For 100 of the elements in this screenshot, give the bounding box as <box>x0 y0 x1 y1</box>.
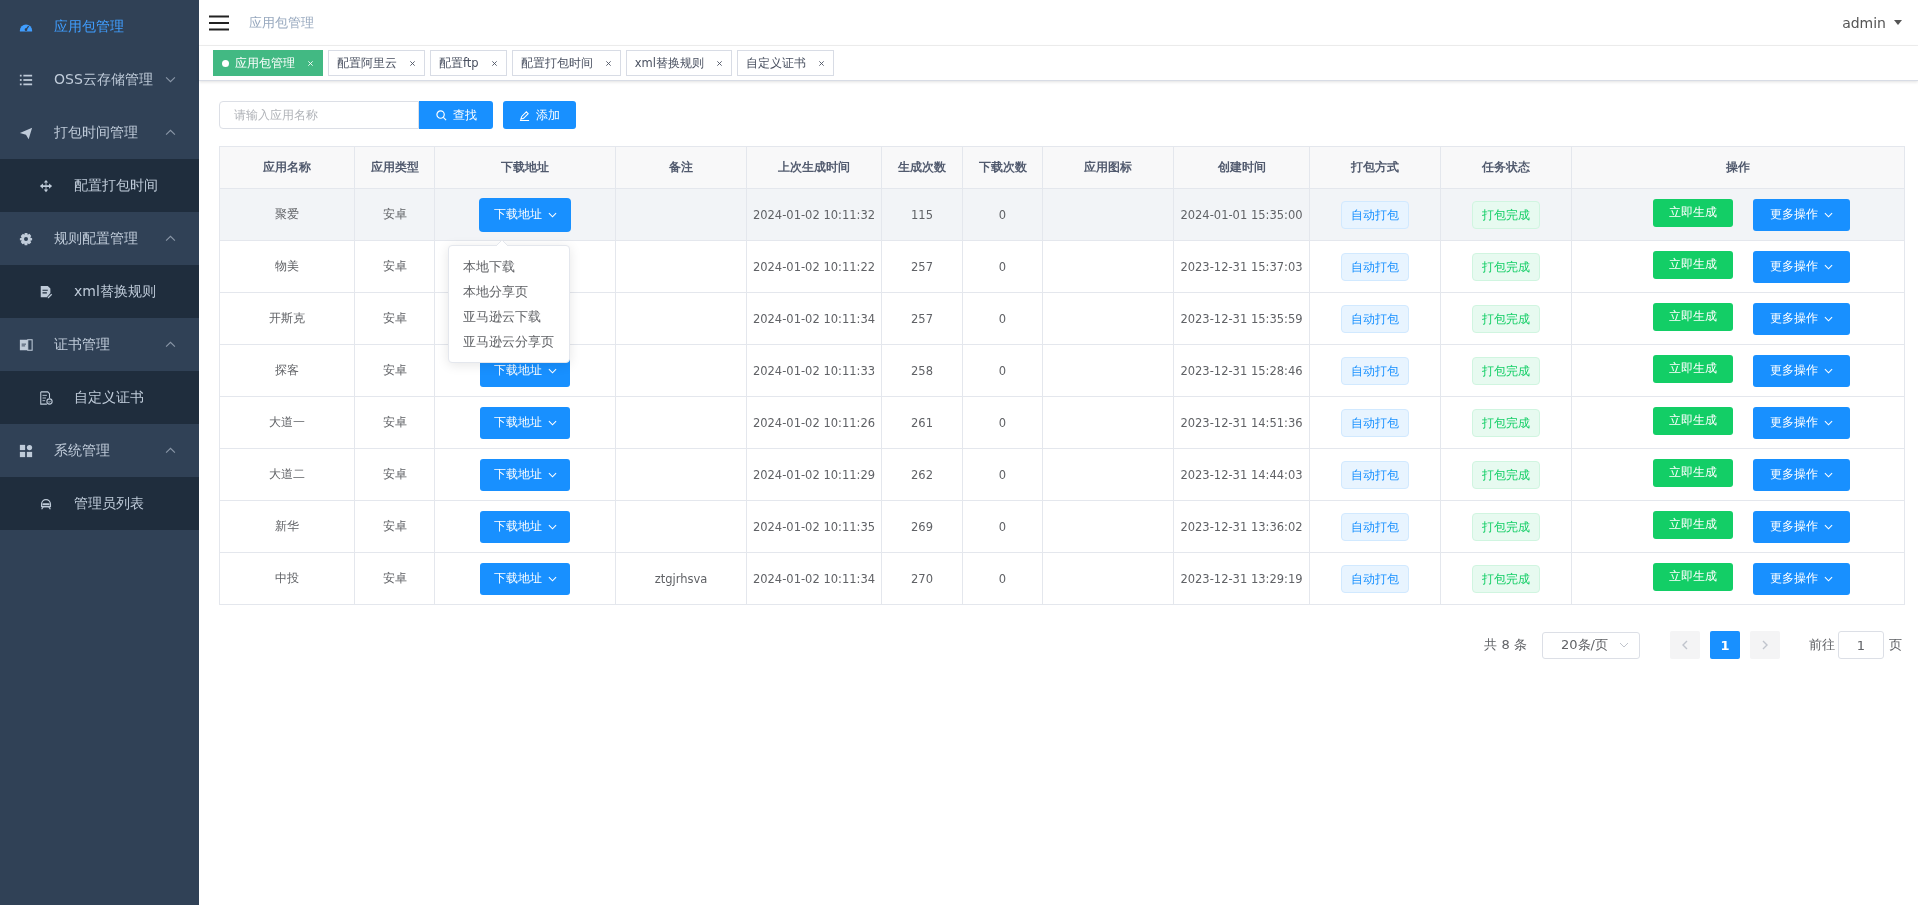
download-dropdown-button[interactable]: 下载地址 <box>480 458 570 491</box>
paper-plane-icon <box>19 125 33 140</box>
more-actions-button[interactable]: 更多操作 <box>1752 510 1850 543</box>
chevron-down-icon <box>547 471 557 478</box>
pack-mode-tag: 自动打包 <box>1341 356 1409 385</box>
table-row[interactable]: 新华 安卓 下载地址 2024-01-02 10:11:35 269 0 2023-12-31 13:36:02 自动打包 打包完成 立即生成 更多操作 <box>219 500 1905 553</box>
add-button[interactable]: 添加 <box>503 101 576 129</box>
menu-icon[interactable] <box>209 14 229 31</box>
search-field[interactable]: 请输入应用名称 <box>219 101 419 129</box>
table-cell: 安卓 <box>354 448 435 501</box>
table-cell: 安卓 <box>354 344 435 397</box>
table-row[interactable]: 中投 安卓 下载地址 ztgjrhsva 2024-01-02 10:11:34 270 0 2023-12-31 13:29:19 自动打包 打包完成 立即生成 更多操作 <box>219 552 1905 605</box>
document-icon <box>39 284 53 299</box>
table-cell: 257 <box>881 240 963 293</box>
submenu-item[interactable]: xml替换规则 <box>0 265 199 318</box>
more-actions-button[interactable]: 更多操作 <box>1752 406 1850 439</box>
chevron-down-icon <box>1823 211 1833 218</box>
pencil-icon <box>519 109 530 121</box>
table-cell: 0 <box>962 240 1043 293</box>
more-actions-button[interactable]: 更多操作 <box>1752 354 1850 387</box>
status-tag: 打包完成 <box>1472 564 1540 593</box>
table-cell: 270 <box>881 552 963 605</box>
user-menu[interactable]: admin <box>1842 14 1902 31</box>
table-cell: 2023-12-31 13:29:19 <box>1173 552 1310 605</box>
column-header: 应用名称 <box>219 146 355 189</box>
more-actions-button[interactable]: 更多操作 <box>1752 302 1850 335</box>
table-cell: 安卓 <box>354 188 435 241</box>
menu-item[interactable]: OSS云存储管理 <box>0 53 199 106</box>
chevron-down-icon <box>1823 471 1833 478</box>
table-cell: 2024-01-02 10:11:33 <box>746 344 882 397</box>
menu-item[interactable]: 规则配置管理 <box>0 212 199 265</box>
menu-item[interactable]: 系统管理 <box>0 424 199 477</box>
close-icon[interactable] <box>715 59 723 67</box>
chevron-down-icon <box>1823 419 1833 426</box>
table-cell: 2023-12-31 15:28:46 <box>1173 344 1310 397</box>
tab[interactable]: 配置ftp <box>430 50 507 76</box>
table-cell: 269 <box>881 500 963 553</box>
page-size-select[interactable]: 20条/页 <box>1542 631 1640 659</box>
submenu-item[interactable]: 管理员列表 <box>0 477 199 530</box>
table-cell: 开斯克 <box>219 292 355 345</box>
user-icon <box>39 496 53 511</box>
column-header: 下载次数 <box>962 146 1043 189</box>
column-header: 备注 <box>615 146 747 189</box>
table-row[interactable]: 大道二 安卓 下载地址 2024-01-02 10:11:29 262 0 2023-12-31 14:44:03 自动打包 打包完成 立即生成 更多操作 <box>219 448 1905 501</box>
page-suffix: 页 <box>1889 636 1902 654</box>
download-dropdown-button[interactable]: 下载地址 <box>480 198 570 231</box>
table-cell: 2024-01-01 15:35:00 <box>1173 188 1310 241</box>
table-cell: 115 <box>881 188 963 241</box>
chevron-down-icon <box>1619 642 1629 648</box>
tab[interactable]: xml替换规则 <box>625 50 732 76</box>
tab[interactable]: 自定义证书 <box>736 50 834 76</box>
more-actions-button[interactable]: 更多操作 <box>1752 250 1850 283</box>
chevron-down-icon <box>1823 263 1833 270</box>
more-actions-button[interactable]: 更多操作 <box>1752 198 1850 231</box>
status-tag: 打包完成 <box>1472 408 1540 437</box>
chevron-up-icon <box>165 235 176 242</box>
status-tag: 打包完成 <box>1472 460 1540 489</box>
submenu-item[interactable]: 自定义证书 <box>0 371 199 424</box>
table-cell: 0 <box>962 188 1043 241</box>
pack-mode-tag: 自动打包 <box>1341 252 1409 281</box>
table-cell: 0 <box>962 448 1043 501</box>
more-actions-button[interactable]: 更多操作 <box>1752 458 1850 491</box>
column-header: 任务状态 <box>1440 146 1572 189</box>
column-header: 生成次数 <box>881 146 963 189</box>
page-button[interactable]: 1 <box>1710 631 1740 659</box>
pack-mode-tag: 自动打包 <box>1341 460 1409 489</box>
download-dropdown-button[interactable]: 下载地址 <box>480 406 570 439</box>
table-cell: 2024-01-02 10:11:34 <box>746 552 882 605</box>
certificate-icon <box>19 337 33 352</box>
table-cell: 聚爱 <box>219 188 355 241</box>
tab[interactable]: 配置打包时间 <box>511 50 621 76</box>
page-number-field[interactable]: 1 <box>1838 631 1884 659</box>
close-icon[interactable] <box>490 59 498 67</box>
table-cell: 0 <box>962 552 1043 605</box>
more-actions-button[interactable]: 更多操作 <box>1752 562 1850 595</box>
table-row[interactable]: 大道一 安卓 下载地址 2024-01-02 10:11:26 261 0 2023-12-31 14:51:36 自动打包 打包完成 立即生成 更多操作 <box>219 396 1905 449</box>
download-dropdown-button[interactable]: 下载地址 <box>480 562 570 595</box>
menu-item[interactable]: 打包时间管理 <box>0 106 199 159</box>
close-icon[interactable] <box>817 59 825 67</box>
table-cell: 2024-01-02 10:11:22 <box>746 240 882 293</box>
table-cell: 物美 <box>219 240 355 293</box>
table-cell: 2024-01-02 10:11:35 <box>746 500 882 553</box>
pack-mode-tag: 自动打包 <box>1341 564 1409 593</box>
menu-item[interactable]: 证书管理 <box>0 318 199 371</box>
submenu-item[interactable]: 配置打包时间 <box>0 159 199 212</box>
download-dropdown-button[interactable]: 下载地址 <box>480 510 570 543</box>
search-icon <box>435 109 447 121</box>
tab[interactable]: 配置阿里云 <box>328 50 425 76</box>
search-button[interactable]: 查找 <box>419 101 493 129</box>
close-icon[interactable] <box>409 59 416 67</box>
status-tag: 打包完成 <box>1472 200 1540 229</box>
menu-item[interactable]: 应用包管理 <box>0 0 199 53</box>
table-cell: 安卓 <box>354 396 435 449</box>
table-cell: 大道一 <box>219 396 355 449</box>
column-header: 创建时间 <box>1173 146 1310 189</box>
close-icon[interactable] <box>604 59 612 67</box>
table-cell: ztgjrhsva <box>615 552 747 605</box>
column-header: 应用类型 <box>354 146 435 189</box>
chevron-down-icon <box>1823 523 1833 530</box>
chevron-down-icon <box>547 523 557 530</box>
